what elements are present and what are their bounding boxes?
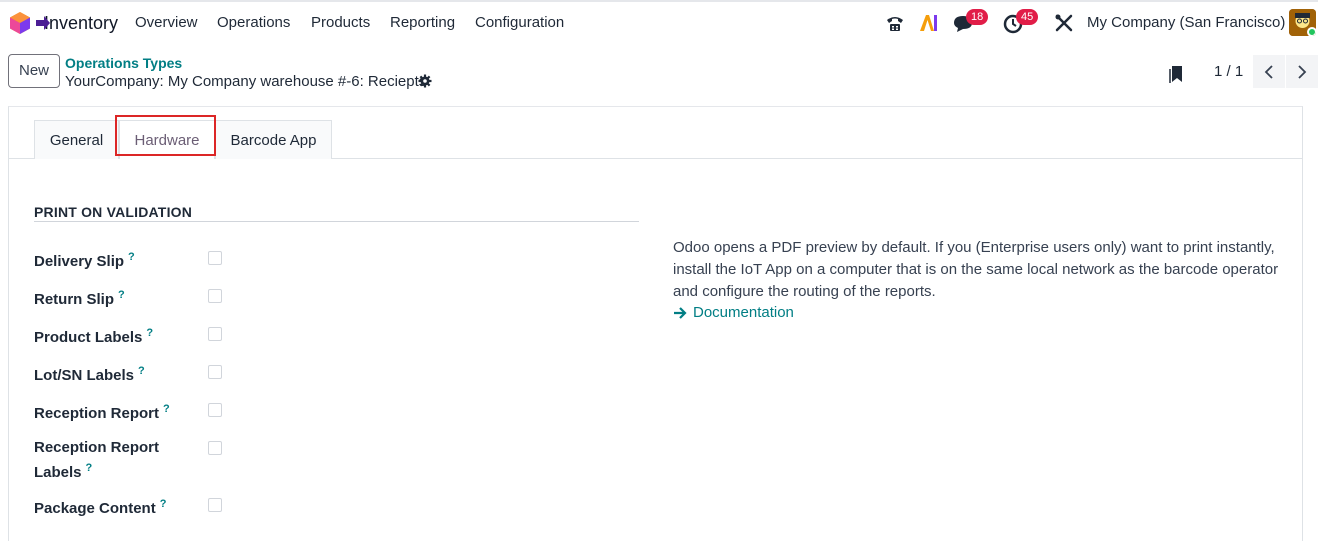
tab-barcode-app[interactable]: Barcode App [215, 120, 332, 159]
field-label-lot-sn-labels: Lot/SN Labels? [34, 361, 145, 386]
nav-products[interactable]: Products [311, 14, 370, 31]
help-tooltip-icon[interactable]: ? [146, 327, 153, 339]
tab-general[interactable]: General [34, 120, 119, 159]
app-name-label: Inventory [44, 13, 119, 33]
nav-overview[interactable]: Overview [135, 14, 198, 31]
iot-info-text: Odoo opens a PDF preview by default. If … [673, 239, 1279, 300]
cursor-icon [36, 16, 50, 30]
field-label-delivery-slip: Delivery Slip? [34, 247, 135, 272]
reception-report-labels-checkbox[interactable] [208, 441, 222, 455]
gear-icon[interactable] [418, 74, 432, 88]
arrow-right-icon [674, 306, 687, 319]
field-label-text: Lot/SN Labels [34, 367, 135, 384]
form-sheet [8, 106, 1303, 541]
record-title: YourCompany: My Company warehouse #-6: R… [65, 73, 427, 90]
phone-icon[interactable] [884, 12, 906, 34]
chevron-right-icon [1298, 64, 1307, 79]
inventory-app-icon[interactable] [8, 11, 32, 35]
ai-icon[interactable] [918, 12, 940, 34]
delivery-slip-checkbox[interactable] [208, 251, 222, 265]
user-avatar[interactable] [1289, 9, 1316, 36]
help-tooltip-icon[interactable]: ? [118, 289, 125, 301]
field-label-reception-report-labels: Reception Report Labels? [34, 437, 159, 483]
activities-badge: 45 [1016, 9, 1039, 25]
nav-reporting[interactable]: Reporting [390, 14, 455, 31]
help-tooltip-icon[interactable]: ? [163, 403, 170, 415]
section-divider [34, 221, 639, 222]
pager-value[interactable]: 1 / 1 [1214, 63, 1243, 80]
messages-badge: 18 [966, 9, 989, 25]
online-status-dot [1307, 27, 1316, 36]
hardware-tab-highlight [115, 115, 216, 156]
top-navbar: Inventory Overview Operations Products R… [0, 0, 1318, 44]
field-label-text: Reception Report [34, 439, 160, 456]
field-label-text: Labels [34, 464, 82, 481]
field-label-return-slip: Return Slip? [34, 285, 125, 310]
return-slip-checkbox[interactable] [208, 289, 222, 303]
documentation-link[interactable]: Documentation [673, 304, 794, 321]
reception-report-checkbox[interactable] [208, 403, 222, 417]
field-label-product-labels: Product Labels? [34, 323, 153, 348]
company-switcher[interactable]: My Company (San Francisco) [1087, 14, 1285, 31]
field-label-text: Delivery Slip [34, 253, 125, 270]
help-tooltip-icon[interactable]: ? [128, 251, 135, 263]
documentation-link-label: Documentation [693, 304, 794, 321]
field-label-package-content: Package Content? [34, 494, 166, 519]
chevron-left-icon [1264, 64, 1273, 79]
field-label-text: Package Content [34, 500, 156, 517]
debug-tools-icon[interactable] [1053, 12, 1075, 34]
field-label-text: Return Slip [34, 291, 115, 308]
field-label-text: Reception Report [34, 405, 160, 422]
help-tooltip-icon[interactable]: ? [86, 462, 93, 474]
breadcrumb-operations-types[interactable]: Operations Types [65, 55, 182, 71]
pager-previous-button[interactable] [1253, 55, 1285, 88]
help-tooltip-icon[interactable]: ? [138, 365, 145, 377]
new-button[interactable]: New [8, 54, 60, 88]
pager-next-button[interactable] [1286, 55, 1318, 88]
nav-operations[interactable]: Operations [217, 14, 290, 31]
package-content-checkbox[interactable] [208, 498, 222, 512]
product-labels-checkbox[interactable] [208, 327, 222, 341]
section-title: PRINT ON VALIDATION [34, 204, 193, 220]
field-label-reception-report: Reception Report? [34, 399, 170, 424]
help-tooltip-icon[interactable]: ? [160, 498, 167, 510]
lot-sn-labels-checkbox[interactable] [208, 365, 222, 379]
field-label-text: Product Labels [34, 329, 143, 346]
nav-configuration[interactable]: Configuration [475, 14, 564, 31]
app-name[interactable]: Inventory [36, 13, 119, 34]
bookmark-icon[interactable] [1169, 64, 1185, 84]
